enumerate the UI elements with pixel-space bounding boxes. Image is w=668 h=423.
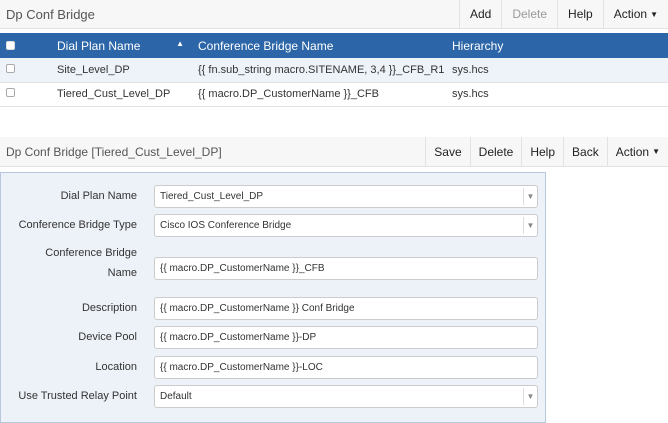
dropdown-arrow-icon[interactable]: ▼ — [523, 188, 537, 205]
field-label: Device Pool — [78, 331, 137, 343]
text-field[interactable]: {{ macro.DP_CustomerName }} Conf Bridge — [154, 297, 538, 320]
column-dial-plan-name[interactable]: Dial Plan Name ▲ — [30, 33, 198, 58]
field-value: Tiered_Cust_Level_DP — [160, 191, 264, 202]
column-conference-bridge-name[interactable]: Conference Bridge Name — [198, 33, 452, 58]
select-field[interactable]: Default ▼ — [154, 385, 538, 408]
detail-toolbar: Dp Conf Bridge [Tiered_Cust_Level_DP] Sa… — [0, 137, 668, 167]
caret-down-icon: ▼ — [650, 9, 658, 19]
field-value: Cisco IOS Conference Bridge — [160, 220, 292, 231]
field-label: Dial Plan Name — [60, 190, 137, 202]
column-hierarchy[interactable]: Hierarchy — [452, 33, 668, 58]
delete-button[interactable]: Delete — [469, 137, 522, 166]
action-menu-button[interactable]: Action ▼ — [606, 137, 668, 166]
dial-plan-table: Dial Plan Name ▲ Conference Bridge Name H… — [0, 33, 668, 107]
text-field[interactable]: {{ macro.DP_CustomerName }}-DP — [154, 326, 538, 349]
list-title: Dp Conf Bridge — [6, 6, 95, 22]
row-checkbox[interactable] — [6, 63, 15, 73]
field-value: {{ macro.DP_CustomerName }}-DP — [160, 332, 317, 343]
delete-button[interactable]: Delete — [501, 0, 557, 28]
field-label: Location — [95, 361, 137, 373]
field-value: {{ macro.DP_CustomerName }}_CFB — [160, 263, 325, 274]
action-menu-button[interactable]: Action ▼ — [602, 0, 668, 28]
select-all-checkbox[interactable] — [6, 40, 15, 50]
dropdown-arrow-icon[interactable]: ▼ — [523, 388, 537, 405]
column-label: Dial Plan Name — [57, 38, 141, 53]
dropdown-arrow-icon[interactable]: ▼ — [523, 217, 537, 234]
field-value: {{ macro.DP_CustomerName }}-LOC — [160, 362, 323, 373]
cell-dial-plan-name: Tiered_Cust_Level_DP — [30, 82, 198, 107]
save-button[interactable]: Save — [425, 137, 469, 166]
back-button[interactable]: Back — [563, 137, 607, 166]
cell-hierarchy: sys.hcs — [452, 58, 668, 83]
table-row[interactable]: Tiered_Cust_Level_DP {{ macro.DP_Custome… — [0, 82, 668, 107]
table-row[interactable]: Site_Level_DP {{ fn.sub_string macro.SIT… — [0, 58, 668, 83]
cell-conference-bridge-name: {{ macro.DP_CustomerName }}_CFB — [198, 82, 452, 107]
cell-dial-plan-name: Site_Level_DP — [30, 58, 198, 83]
action-label: Action — [615, 144, 650, 159]
select-field[interactable]: Cisco IOS Conference Bridge ▼ — [154, 214, 538, 237]
table-header: Dial Plan Name ▲ Conference Bridge Name H… — [0, 33, 668, 58]
cell-conference-bridge-name: {{ fn.sub_string macro.SITENAME, 3,4 }}_… — [198, 58, 452, 83]
field-label: Use Trusted Relay Point — [18, 390, 137, 402]
help-button[interactable]: Help — [557, 0, 603, 28]
cell-hierarchy: sys.hcs — [452, 82, 668, 107]
field-label: Conference Bridge Name — [45, 247, 137, 279]
text-field[interactable]: {{ macro.DP_CustomerName }}-LOC — [154, 356, 538, 379]
text-field[interactable]: {{ macro.DP_CustomerName }}_CFB — [154, 257, 538, 280]
row-checkbox[interactable] — [6, 88, 15, 97]
select-field[interactable]: Tiered_Cust_Level_DP ▼ — [154, 185, 538, 208]
add-button[interactable]: Add — [458, 0, 501, 28]
field-value: {{ macro.DP_CustomerName }} Conf Bridge — [160, 303, 355, 314]
caret-down-icon: ▼ — [652, 147, 660, 156]
form-panel: Dial Plan Name Tiered_Cust_Level_DP ▼ Confe… — [0, 172, 546, 423]
action-label: Action — [613, 7, 648, 21]
field-label: Description — [81, 302, 137, 314]
field-label: Conference Bridge Type — [18, 219, 137, 231]
field-value: Default — [160, 391, 192, 402]
help-button[interactable]: Help — [521, 137, 563, 166]
list-toolbar: Dp Conf Bridge Add Delete Help Action ▼ — [0, 0, 668, 29]
detail-title: Dp Conf Bridge [Tiered_Cust_Level_DP] — [6, 144, 222, 159]
sort-asc-icon: ▲ — [176, 38, 184, 48]
